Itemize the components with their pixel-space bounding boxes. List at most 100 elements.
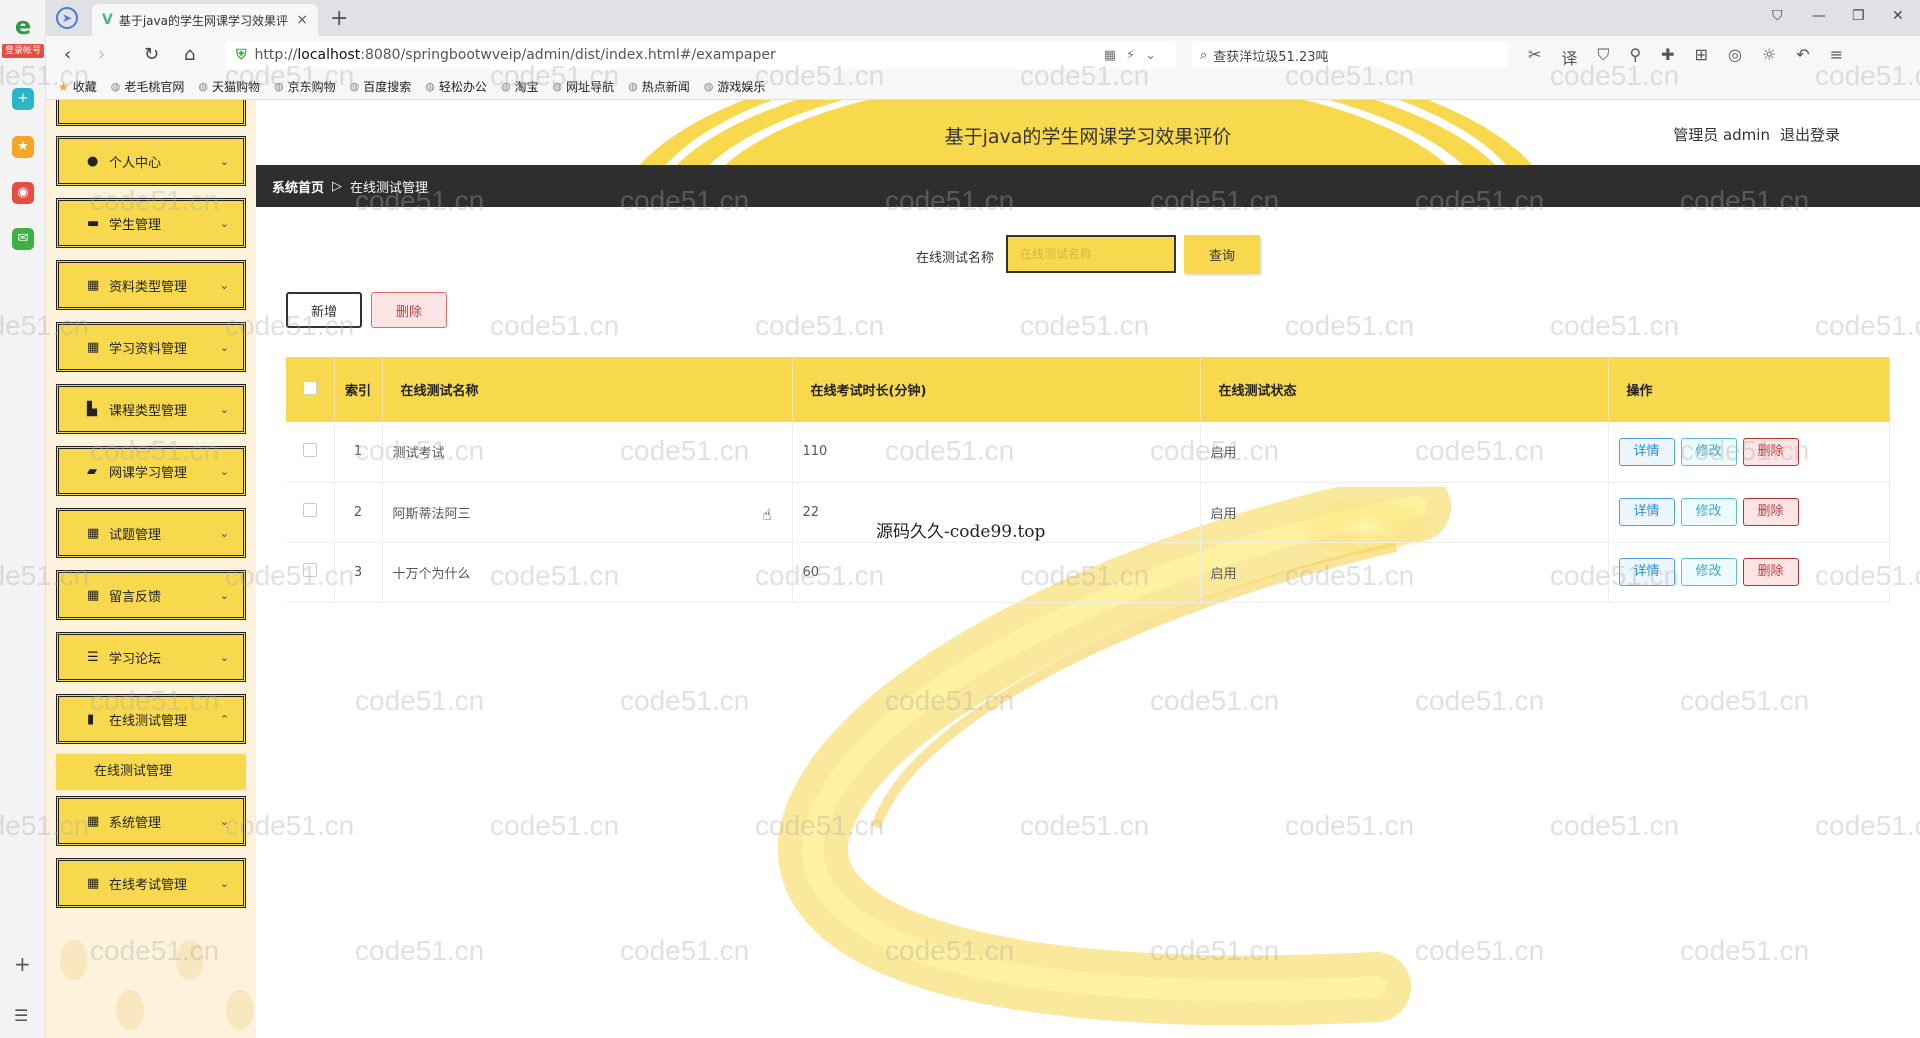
compass-icon[interactable]: ➤ (56, 7, 78, 29)
login-badge[interactable]: 登录帐号 (2, 44, 44, 58)
brightness-icon[interactable]: ☼ (1762, 45, 1776, 69)
globe-icon: ◍ (198, 80, 209, 93)
leaf-decoration (116, 990, 144, 1030)
breadcrumb-home[interactable]: 系统首页 (272, 177, 324, 196)
bookmark-item[interactable]: ◍ 百度搜索 (350, 78, 412, 95)
folder-icon: ▙ (87, 401, 97, 417)
row-name: 测试考试 (382, 422, 793, 483)
detail-button[interactable]: 详情 (1618, 558, 1675, 586)
puzzle-icon[interactable]: ✚ (1661, 45, 1674, 69)
bookmark-item[interactable]: ◍ 游戏娱乐 (704, 78, 766, 95)
briefcase-icon: ▰ (87, 463, 97, 479)
bookmark-item[interactable]: ◍ 天猫购物 (198, 78, 260, 95)
undo-icon[interactable]: ↶ (1796, 45, 1809, 69)
translate-icon[interactable]: 译 (1561, 45, 1577, 69)
plus-app-icon[interactable]: + (12, 88, 34, 110)
bookmark-item[interactable]: ◍ 热点新闻 (628, 78, 690, 95)
globe-icon: ◍ (628, 80, 638, 93)
leaf-decoration (226, 990, 254, 1030)
row-checkbox[interactable] (286, 542, 335, 603)
sidebar-item-online-exams[interactable]: ▦ 在线考试管理 ⌄ (56, 858, 246, 908)
sidebar-item-online-tests[interactable]: ▮ 在线测试管理 ⌃ (56, 694, 246, 744)
back-icon[interactable]: ‹ (64, 44, 71, 65)
forward-icon[interactable]: › (98, 44, 105, 65)
detail-button[interactable]: 详情 (1618, 437, 1675, 466)
logout-link[interactable]: 退出登录 (1780, 124, 1840, 145)
restore-icon[interactable]: ❐ (1852, 8, 1865, 24)
sidebar-item-forum[interactable]: ☰ 学习论坛 ⌄ (56, 632, 246, 682)
home-icon[interactable]: ⌂ (184, 44, 195, 65)
minimize-icon[interactable]: — (1812, 8, 1826, 24)
browser-tab[interactable]: V 基于java的学生网课学习效果评 × (92, 4, 318, 36)
close-window-icon[interactable]: ✕ (1892, 8, 1904, 24)
apps-icon[interactable]: ⊞ (1695, 45, 1708, 69)
select-all-checkbox[interactable] (286, 357, 335, 422)
skin-icon[interactable]: ⛉ (1772, 8, 1783, 24)
sidebar-item-label: 留言反馈 (109, 589, 162, 605)
table-row: 1 测试考试 110 启用 详情 修改 删除 (286, 422, 1890, 483)
row-duration: 60 (792, 542, 1201, 603)
row-checkbox[interactable] (286, 422, 335, 483)
edit-button[interactable]: 修改 (1680, 558, 1737, 586)
list-menu-icon[interactable]: ☰ (14, 1006, 28, 1025)
delete-button[interactable]: 删除 (1742, 498, 1799, 526)
row-checkbox[interactable] (286, 482, 335, 543)
edit-button[interactable]: 修改 (1680, 498, 1737, 526)
mail-app-icon[interactable]: ✉ (12, 228, 34, 250)
app-header: 基于java的学生网课学习效果评价 管理员 admin 退出登录 (256, 100, 1920, 165)
reload-icon[interactable]: ↻ (144, 44, 159, 65)
sidebar-item-feedback[interactable]: ▦ 留言反馈 ⌄ (56, 570, 246, 620)
delete-button[interactable]: 删除 (1742, 437, 1799, 466)
bookmark-item[interactable]: ◍ 轻松办公 (425, 78, 487, 95)
browser-logo-icon[interactable]: e (6, 12, 40, 40)
bookmark-item[interactable]: ◍ 网址导航 (553, 78, 615, 95)
bookmark-item[interactable]: ◍ 老毛桃官网 (111, 78, 185, 95)
user-label: 管理员 admin (1673, 126, 1770, 144)
sidebar-item-system[interactable]: ▦ 系统管理 ⌄ (56, 796, 246, 846)
sidebar-item-questions[interactable]: ▦ 试题管理 ⌄ (56, 508, 246, 558)
url-actions-icon[interactable]: ▦⚡⌄ (1104, 48, 1166, 63)
tab-close-icon[interactable]: × (296, 12, 308, 28)
sidebar-item-label: 学习论坛 (109, 651, 162, 667)
leaf-decoration (176, 940, 204, 980)
query-button[interactable]: 查询 (1184, 235, 1260, 273)
chevron-down-icon: ⌄ (219, 340, 229, 354)
leaf-decoration (60, 940, 88, 980)
tab-bar: ➤ V 基于java的学生网课学习效果评 × + ⛉ — ❐ ✕ (46, 0, 1920, 36)
delete-button[interactable]: 删除 (1742, 558, 1799, 586)
chevron-down-icon: ⌄ (219, 876, 229, 890)
sidebar-item-online-courses[interactable]: ▰ 网课学习管理 ⌄ (56, 446, 246, 496)
scissors-icon[interactable]: ✂ (1528, 45, 1541, 69)
magnifier-icon[interactable]: ⚲ (1629, 45, 1641, 69)
globe-icon: ◍ (552, 80, 563, 93)
row-ops: 详情 修改 删除 (1608, 422, 1890, 483)
browser-search-field[interactable]: ⌕ 查获洋垃圾51.23吨 (1192, 41, 1508, 69)
sidebar-item-personal[interactable]: ● 个人中心 ⌄ (56, 136, 246, 186)
submenu-online-tests[interactable]: 在线测试管理 (56, 754, 246, 790)
sidebar-item-material-types[interactable]: ▦ 资料类型管理 ⌄ (56, 260, 246, 310)
shield-icon[interactable]: ⛉ (1597, 45, 1609, 69)
add-button[interactable]: 新增 (286, 292, 362, 328)
detail-button[interactable]: 详情 (1618, 498, 1675, 526)
menu-icon[interactable]: ≡ (1830, 45, 1843, 69)
bookmark-item[interactable]: ◍ 京东购物 (274, 78, 336, 95)
chevron-down-icon: ⌄ (219, 814, 229, 828)
grid-icon: ▦ (87, 339, 100, 355)
weibo-app-icon[interactable]: ◉ (12, 182, 34, 204)
url-field[interactable]: ⛨ http://localhost:8080/springbootwveip/… (226, 41, 1176, 69)
sync-icon[interactable]: ◎ (1728, 45, 1742, 69)
edit-button[interactable]: 修改 (1680, 437, 1737, 466)
add-app-icon[interactable]: + (14, 952, 31, 976)
bookmark-favorites[interactable]: ★ 收藏 (58, 78, 97, 95)
star-app-icon[interactable]: ★ (12, 136, 34, 158)
test-name-search-input[interactable] (1006, 235, 1176, 273)
header-index: 索引 (334, 357, 383, 422)
sidebar-item-course-types[interactable]: ▙ 课程类型管理 ⌄ (56, 384, 246, 434)
sidebar-item-partial[interactable] (56, 100, 246, 126)
sidebar-item-students[interactable]: ▬ 学生管理 ⌄ (56, 198, 246, 248)
bookmark-item[interactable]: ◍ 淘宝 (501, 78, 539, 95)
batch-delete-button[interactable]: 删除 (371, 292, 447, 328)
sidebar-item-materials[interactable]: ▦ 学习资料管理 ⌄ (56, 322, 246, 372)
sidebar-item-label: 在线考试管理 (109, 877, 188, 893)
new-tab-button[interactable]: + (330, 6, 348, 31)
